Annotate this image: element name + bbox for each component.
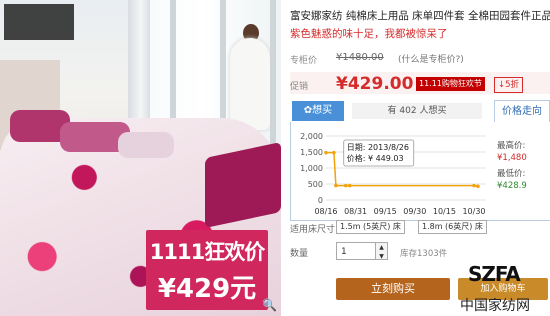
ref-price: ¥1480.00: [336, 52, 384, 63]
discount-badge: ↓5折: [494, 77, 524, 93]
tooltip-price: 价格: ¥ 449.03: [347, 153, 404, 163]
y-tick-label: 1,000: [300, 164, 323, 173]
y-tick-label: 500: [308, 180, 323, 189]
ref-price-label: 专柜价: [290, 56, 318, 66]
product-title: 富安娜家纺 纯棉床上用品 床单四件套 全棉田园套件正品: [290, 10, 550, 22]
product-subtitle: 紫色魅惑的味十足，我都被惊呆了: [290, 28, 448, 40]
max-price-label: 最高价:: [497, 141, 526, 151]
magnifier-icon[interactable]: 🔍: [262, 298, 277, 312]
quantity-stepper[interactable]: ▲ ▼: [376, 242, 388, 260]
product-image[interactable]: 1111狂欢价 ¥429元 🔍: [0, 0, 281, 316]
promo-price-label: 促销: [290, 82, 309, 92]
size-option-1[interactable]: 1.5m (5英尺) 床: [336, 220, 405, 234]
tooltip-date: 日期: 2013/8/26: [347, 143, 409, 152]
max-price: ¥1,480: [497, 153, 527, 163]
current-price: ¥429.00: [336, 74, 414, 94]
y-tick-label: 0: [318, 196, 323, 205]
price-extremes: 最高价: ¥1,480 最低价: ¥428.9: [497, 140, 527, 192]
pillow: [118, 132, 174, 158]
min-price: ¥428.9: [497, 181, 527, 191]
promo-line2: ¥429元: [157, 274, 257, 304]
x-tick-label: 08/31: [344, 207, 367, 216]
quantity-input[interactable]: 1: [336, 242, 376, 260]
min-price-label: 最低价:: [497, 169, 526, 179]
x-tick-label: 09/15: [374, 207, 397, 216]
y-tick-label: 1,500: [300, 148, 323, 157]
buy-now-button[interactable]: 立刻购买: [336, 278, 450, 300]
x-tick-label: 10/15: [433, 207, 456, 216]
want-button[interactable]: ✿想买: [292, 101, 344, 121]
want-count: 有 402 人想买: [352, 103, 482, 119]
x-tick-label: 08/16: [314, 207, 337, 216]
y-tick-label: 2,000: [300, 132, 323, 141]
price-point: [347, 183, 352, 188]
price-point: [472, 183, 476, 188]
watermark-box: [4, 4, 74, 40]
what-is-ref-price-link[interactable]: (什么是专柜价?): [398, 52, 464, 65]
model-figure: [230, 38, 270, 130]
price-point: [343, 183, 348, 188]
tab-price-trend[interactable]: 价格走向: [494, 100, 550, 123]
qty-label: 数量: [290, 249, 309, 259]
x-tick-label: 10/30: [462, 207, 485, 216]
szfa-watermark: SZFA: [468, 262, 521, 286]
price-point: [332, 150, 336, 155]
x-tick-label: 09/30: [403, 207, 426, 216]
promo-line1: 1111狂欢价: [149, 240, 265, 264]
price-trend-chart: 2,000 1,500 1,000 500 0 08/16 08/31 09/15 09/30 1…: [300, 132, 486, 216]
size-option-2[interactable]: 1.8m (6英尺) 床: [418, 220, 487, 234]
stock-count: 库存1303件: [400, 249, 448, 259]
price-point: [476, 184, 480, 189]
festival-badge: 11.11购物狂欢节: [416, 77, 485, 91]
promo-banner: 1111狂欢价 ¥429元: [146, 230, 268, 310]
price-point: [324, 150, 328, 155]
price-point: [334, 183, 338, 188]
site-watermark: 中国家纺网: [460, 298, 530, 314]
size-label: 适用床尺寸: [290, 225, 336, 235]
